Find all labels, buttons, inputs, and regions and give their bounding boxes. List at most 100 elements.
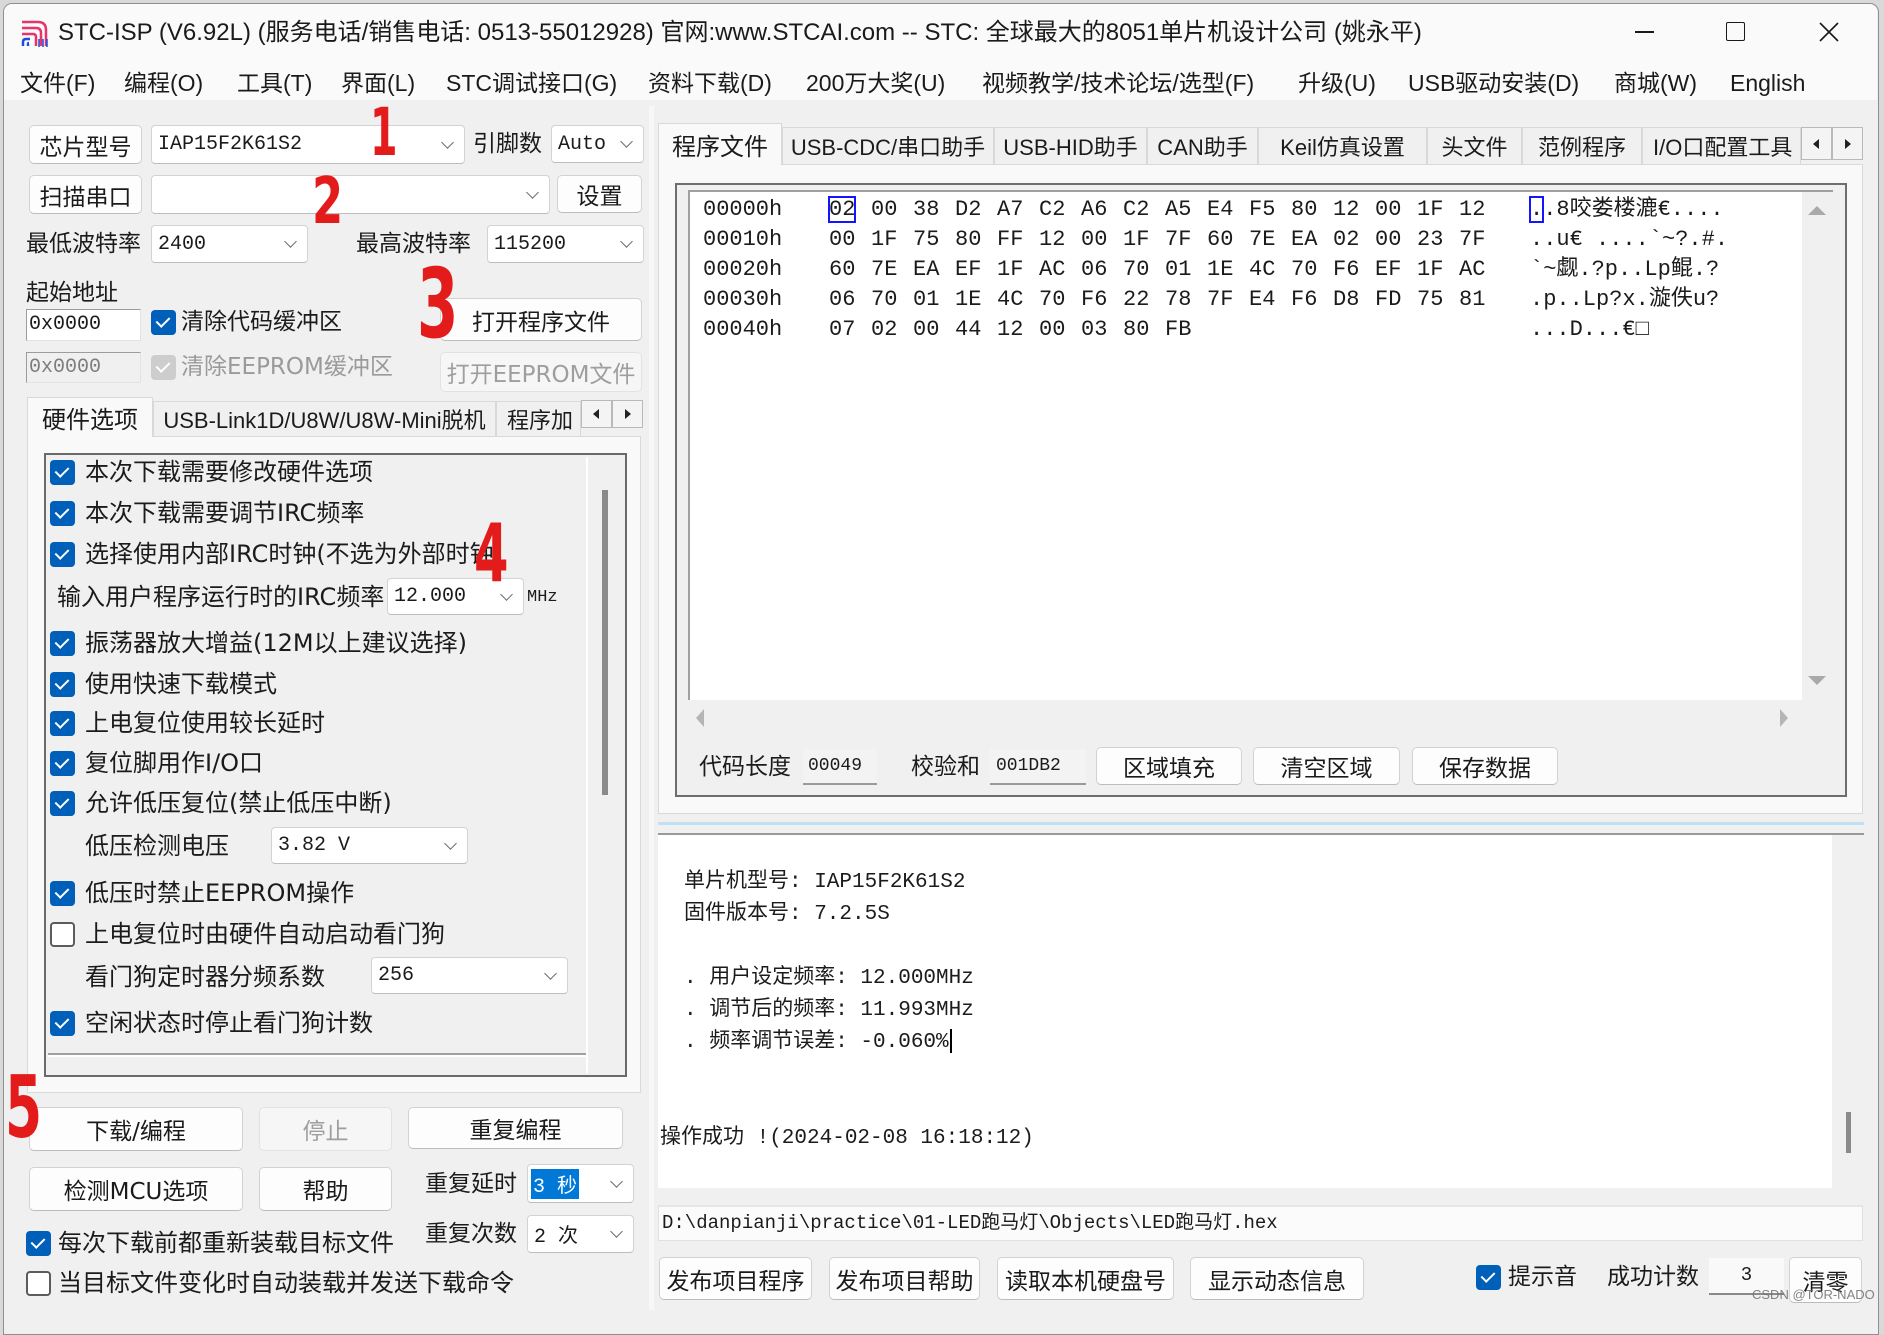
hex-byte[interactable]: 1F xyxy=(997,255,1039,285)
hex-byte[interactable]: 02 xyxy=(871,315,913,345)
tab-hardware-options[interactable]: 硬件选项 xyxy=(27,397,153,437)
hex-byte[interactable]: 38 xyxy=(913,195,955,225)
hex-byte[interactable]: 00 xyxy=(871,195,913,225)
hex-byte[interactable]: 00 xyxy=(829,225,871,255)
hex-byte[interactable]: 60 xyxy=(1207,225,1249,255)
option-checkbox[interactable] xyxy=(50,881,75,906)
hex-byte[interactable]: AC xyxy=(1459,255,1501,285)
menu-usb-driver[interactable]: USB驱动安装(D) xyxy=(1408,69,1579,97)
hex-byte[interactable]: FF xyxy=(997,225,1039,255)
hex-byte[interactable]: EF xyxy=(1375,255,1417,285)
hex-byte[interactable]: 00 xyxy=(1375,195,1417,225)
download-program-button[interactable]: 下载/编程 xyxy=(29,1107,243,1151)
scroll-down-icon[interactable] xyxy=(1808,676,1826,685)
hex-byte[interactable]: 44 xyxy=(955,315,997,345)
hex-byte[interactable]: D8 xyxy=(1333,285,1375,315)
menu-interface[interactable]: 界面(L) xyxy=(341,69,415,97)
eeprom-start-address-input[interactable]: 0x0000 xyxy=(26,352,141,383)
hex-byte[interactable]: 80 xyxy=(1291,195,1333,225)
clear-region-button[interactable]: 清空区域 xyxy=(1253,747,1400,785)
option-checkbox[interactable] xyxy=(50,631,75,656)
hex-horizontal-scrollbar[interactable] xyxy=(688,702,1833,734)
hex-byte[interactable]: 7E xyxy=(871,255,913,285)
menu-video-forum[interactable]: 视频教学/技术论坛/选型(F) xyxy=(982,69,1254,97)
hex-byte[interactable]: 03 xyxy=(1081,315,1123,345)
max-baud-select[interactable]: 115200 xyxy=(487,225,644,263)
hex-byte[interactable]: 06 xyxy=(829,285,871,315)
read-disk-id-button[interactable]: 读取本机硬盘号 xyxy=(997,1257,1174,1300)
hex-byte[interactable]: C2 xyxy=(1039,195,1081,225)
menu-program[interactable]: 编程(O) xyxy=(124,69,203,97)
list-scrollbar-thumb[interactable] xyxy=(602,490,608,795)
hex-byte[interactable]: D2 xyxy=(955,195,997,225)
tab-scroll-right-button[interactable] xyxy=(1832,127,1863,160)
hex-byte[interactable]: 4C xyxy=(1249,255,1291,285)
hex-byte[interactable]: 12 xyxy=(1333,195,1375,225)
repeat-program-button[interactable]: 重复编程 xyxy=(408,1107,623,1149)
min-baud-select[interactable]: 2400 xyxy=(151,225,308,263)
hex-byte[interactable]: 1F xyxy=(1417,195,1459,225)
maximize-button[interactable] xyxy=(1715,14,1755,50)
hex-byte[interactable]: E4 xyxy=(1207,195,1249,225)
hex-byte[interactable]: A6 xyxy=(1081,195,1123,225)
beep-checkbox[interactable] xyxy=(1476,1265,1501,1290)
hex-byte[interactable]: AC xyxy=(1039,255,1081,285)
tab-program-encrypt[interactable]: 程序加 xyxy=(496,401,581,436)
open-eeprom-file-button[interactable]: 打开EEPROM文件 xyxy=(440,352,642,392)
hex-byte[interactable]: 70 xyxy=(1291,255,1333,285)
log-splitter[interactable] xyxy=(658,822,1864,825)
clear-eeprom-buffer-checkbox[interactable] xyxy=(151,355,176,380)
hex-byte[interactable]: 01 xyxy=(1165,255,1207,285)
hex-byte[interactable]: 60 xyxy=(829,255,871,285)
reload-before-download-checkbox[interactable] xyxy=(26,1231,51,1256)
hex-byte[interactable]: A7 xyxy=(997,195,1039,225)
hex-byte[interactable]: 75 xyxy=(913,225,955,255)
tab-program-file[interactable]: 程序文件 xyxy=(658,123,782,165)
hex-byte[interactable]: 22 xyxy=(1123,285,1165,315)
hex-byte[interactable]: 23 xyxy=(1417,225,1459,255)
menu-upgrade[interactable]: 升级(U) xyxy=(1298,69,1376,97)
menu-store[interactable]: 商城(W) xyxy=(1614,69,1697,97)
help-button[interactable]: 帮助 xyxy=(259,1167,392,1211)
hex-byte[interactable]: 80 xyxy=(955,225,997,255)
hex-byte[interactable]: 81 xyxy=(1459,285,1501,315)
hex-byte[interactable]: 7E xyxy=(1249,225,1291,255)
minimize-button[interactable] xyxy=(1624,14,1664,50)
option-checkbox[interactable] xyxy=(50,751,75,776)
port-settings-button[interactable]: 设置 xyxy=(557,175,642,213)
stop-button[interactable]: 停止 xyxy=(259,1107,392,1151)
hex-byte[interactable]: 1E xyxy=(1207,255,1249,285)
option-checkbox[interactable] xyxy=(50,542,75,567)
hex-byte[interactable]: EA xyxy=(1291,225,1333,255)
panel-splitter[interactable] xyxy=(649,106,654,1310)
hex-byte[interactable]: 02 xyxy=(827,195,871,225)
menu-english[interactable]: English xyxy=(1730,69,1805,97)
hex-byte[interactable]: 80 xyxy=(1123,315,1165,345)
show-dynamic-info-button[interactable]: 显示动态信息 xyxy=(1190,1257,1364,1300)
tab-usb-hid[interactable]: USB-HID助手 xyxy=(994,127,1147,164)
repeat-count-select[interactable]: 2 次 xyxy=(527,1215,634,1253)
hex-byte[interactable]: 7F xyxy=(1459,225,1501,255)
hex-byte[interactable]: A5 xyxy=(1165,195,1207,225)
hex-byte[interactable]: F6 xyxy=(1081,285,1123,315)
clear-code-buffer-checkbox[interactable] xyxy=(151,310,176,335)
hex-byte[interactable]: 02 xyxy=(1333,225,1375,255)
hex-byte[interactable]: 12 xyxy=(997,315,1039,345)
hex-byte[interactable]: 70 xyxy=(1039,285,1081,315)
scroll-right-icon[interactable] xyxy=(1780,709,1788,727)
chip-model-select[interactable]: IAP15F2K61S2 xyxy=(151,125,465,164)
hex-byte[interactable]: 1F xyxy=(1123,225,1165,255)
tab-scroll-left-button[interactable] xyxy=(581,400,612,428)
menu-prize[interactable]: 200万大奖(U) xyxy=(806,69,945,97)
hex-byte[interactable]: 00 xyxy=(1081,225,1123,255)
hex-byte[interactable]: FD xyxy=(1375,285,1417,315)
code-start-address-input[interactable]: 0x0000 xyxy=(26,309,141,341)
option-checkbox[interactable] xyxy=(50,711,75,736)
hex-byte[interactable]: 00 xyxy=(1375,225,1417,255)
menu-stc-debug[interactable]: STC调试接口(G) xyxy=(446,69,617,97)
option-checkbox[interactable] xyxy=(50,460,75,485)
hex-byte[interactable]: F6 xyxy=(1333,255,1375,285)
hex-byte[interactable]: 70 xyxy=(1123,255,1165,285)
hex-byte[interactable]: 12 xyxy=(1039,225,1081,255)
lvd-voltage-select[interactable]: 3.82 V xyxy=(271,827,468,864)
